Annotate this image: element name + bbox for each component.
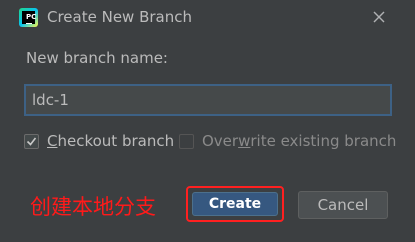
- cancel-button[interactable]: Cancel: [298, 191, 388, 219]
- close-icon[interactable]: [371, 9, 387, 25]
- dialog-title: Create New Branch: [47, 8, 193, 26]
- branch-name-input[interactable]: [24, 84, 392, 116]
- pycharm-app-icon: PC: [19, 8, 38, 27]
- app-icon-text: PC: [26, 13, 37, 21]
- overwrite-branch-checkbox[interactable]: [179, 133, 194, 149]
- overwrite-branch-option[interactable]: Overwrite existing branch: [179, 131, 396, 151]
- branch-name-label: New branch name:: [26, 49, 168, 67]
- checkout-branch-checkbox[interactable]: [24, 133, 39, 149]
- checkout-branch-option[interactable]: Checkout branch: [24, 131, 174, 151]
- checkout-branch-label: Checkout branch: [47, 132, 175, 150]
- annotation-create-local-branch: 创建本地分支: [30, 195, 156, 219]
- dialog-titlebar: PC Create New Branch: [0, 0, 415, 36]
- annotation-highlight-box: Create: [186, 186, 284, 222]
- create-button[interactable]: Create: [192, 192, 278, 216]
- overwrite-branch-label: Overwrite existing branch: [202, 132, 397, 150]
